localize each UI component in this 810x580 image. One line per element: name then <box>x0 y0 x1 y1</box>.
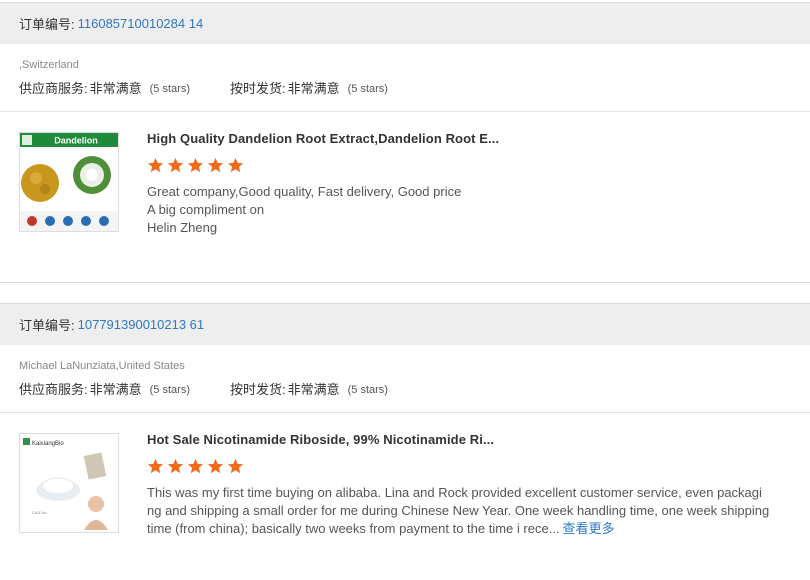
ontime-shipping-value: 非常满意 <box>287 382 340 397</box>
star-icon <box>207 157 224 173</box>
star-icon <box>147 458 164 474</box>
buyer-info: ,Switzerland 供应商服务: 非常满意 (5 stars) 按时发货:… <box>0 44 810 112</box>
ontime-shipping-label: 按时发货: <box>229 81 286 96</box>
supplier-ratings: 供应商服务: 非常满意 (5 stars) 按时发货: 非常满意 (5 star… <box>19 381 810 399</box>
ontime-shipping-value: 非常满意 <box>287 81 340 96</box>
supplier-service-label: 供应商服务: <box>19 81 88 96</box>
product-title-link[interactable]: High Quality Dandelion Root Extract,Dand… <box>147 130 803 148</box>
rating-stars <box>147 458 803 476</box>
comment-line-text: time (from china); basically two weeks f… <box>147 521 560 536</box>
order-card: 订单编号: 107791390010213 61 Michael LaNunzi… <box>0 303 810 580</box>
ontime-shipping-stars: (5 stars) <box>347 83 388 95</box>
ontime-shipping-label: 按时发货: <box>229 382 286 397</box>
review-comment: Great company,Good quality, Fast deliver… <box>147 183 803 237</box>
reviews-page: 订单编号: 116085710010284 14 ,Switzerland 供应… <box>0 0 810 580</box>
svg-text:Dandelion: Dandelion <box>54 136 98 146</box>
order-number-link[interactable]: 107791390010213 61 <box>78 317 205 332</box>
star-icon <box>147 157 164 173</box>
svg-text:CAS No.: CAS No. <box>32 510 48 515</box>
star-icon <box>227 157 244 173</box>
order-header: 订单编号: 116085710010284 14 <box>0 3 810 44</box>
star-icon <box>187 458 204 474</box>
rating-stars <box>147 157 803 175</box>
star-icon <box>227 458 244 474</box>
product-title-link[interactable]: Hot Sale Nicotinamide Riboside, 99% Nico… <box>147 431 803 449</box>
comment-line: time (from china); basically two weeks f… <box>147 520 803 538</box>
review-body: High Quality Dandelion Root Extract,Dand… <box>147 130 803 237</box>
product-thumbnail[interactable]: KaixiangBio CAS No. <box>19 433 119 533</box>
buyer-name-country: ,Switzerland <box>19 59 79 71</box>
review-section: Dandelion High Quality Dandelion Root Ex… <box>0 112 810 282</box>
dandelion-product-image: Dandelion <box>20 133 118 231</box>
supplier-ratings: 供应商服务: 非常满意 (5 stars) 按时发货: 非常满意 (5 star… <box>19 80 810 98</box>
supplier-service-stars: (5 stars) <box>149 83 190 95</box>
star-icon <box>167 157 184 173</box>
view-more-link[interactable]: 查看更多 <box>563 521 615 536</box>
review-section: KaixiangBio CAS No. Hot Sale Nicotinamid… <box>0 413 810 580</box>
supplier-service-label: 供应商服务: <box>19 382 88 397</box>
comment-line: Great company,Good quality, Fast deliver… <box>147 184 462 199</box>
supplier-service-value: 非常满意 <box>89 382 142 397</box>
product-thumbnail[interactable]: Dandelion <box>19 132 119 232</box>
order-header: 订单编号: 107791390010213 61 <box>0 304 810 345</box>
review-body: Hot Sale Nicotinamide Riboside, 99% Nico… <box>147 431 803 538</box>
supplier-service-stars: (5 stars) <box>149 384 190 396</box>
comment-line: Helin Zheng <box>147 220 218 235</box>
star-icon <box>187 157 204 173</box>
buyer-info: Michael LaNunziata,United States 供应商服务: … <box>0 345 810 413</box>
comment-line: A big compliment on <box>147 202 265 217</box>
nicotinamide-product-image: KaixiangBio CAS No. <box>20 434 118 532</box>
order-number-link[interactable]: 116085710010284 14 <box>78 16 204 31</box>
comment-line: This was my first time buying on alibaba… <box>147 485 762 500</box>
order-card: 订单编号: 116085710010284 14 ,Switzerland 供应… <box>0 2 810 283</box>
supplier-service-value: 非常满意 <box>89 81 142 96</box>
star-icon <box>167 458 184 474</box>
order-number-label: 订单编号: <box>19 17 75 32</box>
ontime-shipping-stars: (5 stars) <box>347 384 388 396</box>
star-icon <box>207 458 224 474</box>
comment-line: ng and shipping a small order for me dur… <box>147 503 770 518</box>
svg-text:KaixiangBio: KaixiangBio <box>32 441 64 447</box>
review-comment: This was my first time buying on alibaba… <box>147 484 803 538</box>
order-number-label: 订单编号: <box>19 318 75 333</box>
buyer-name-country: Michael LaNunziata,United States <box>19 360 185 372</box>
